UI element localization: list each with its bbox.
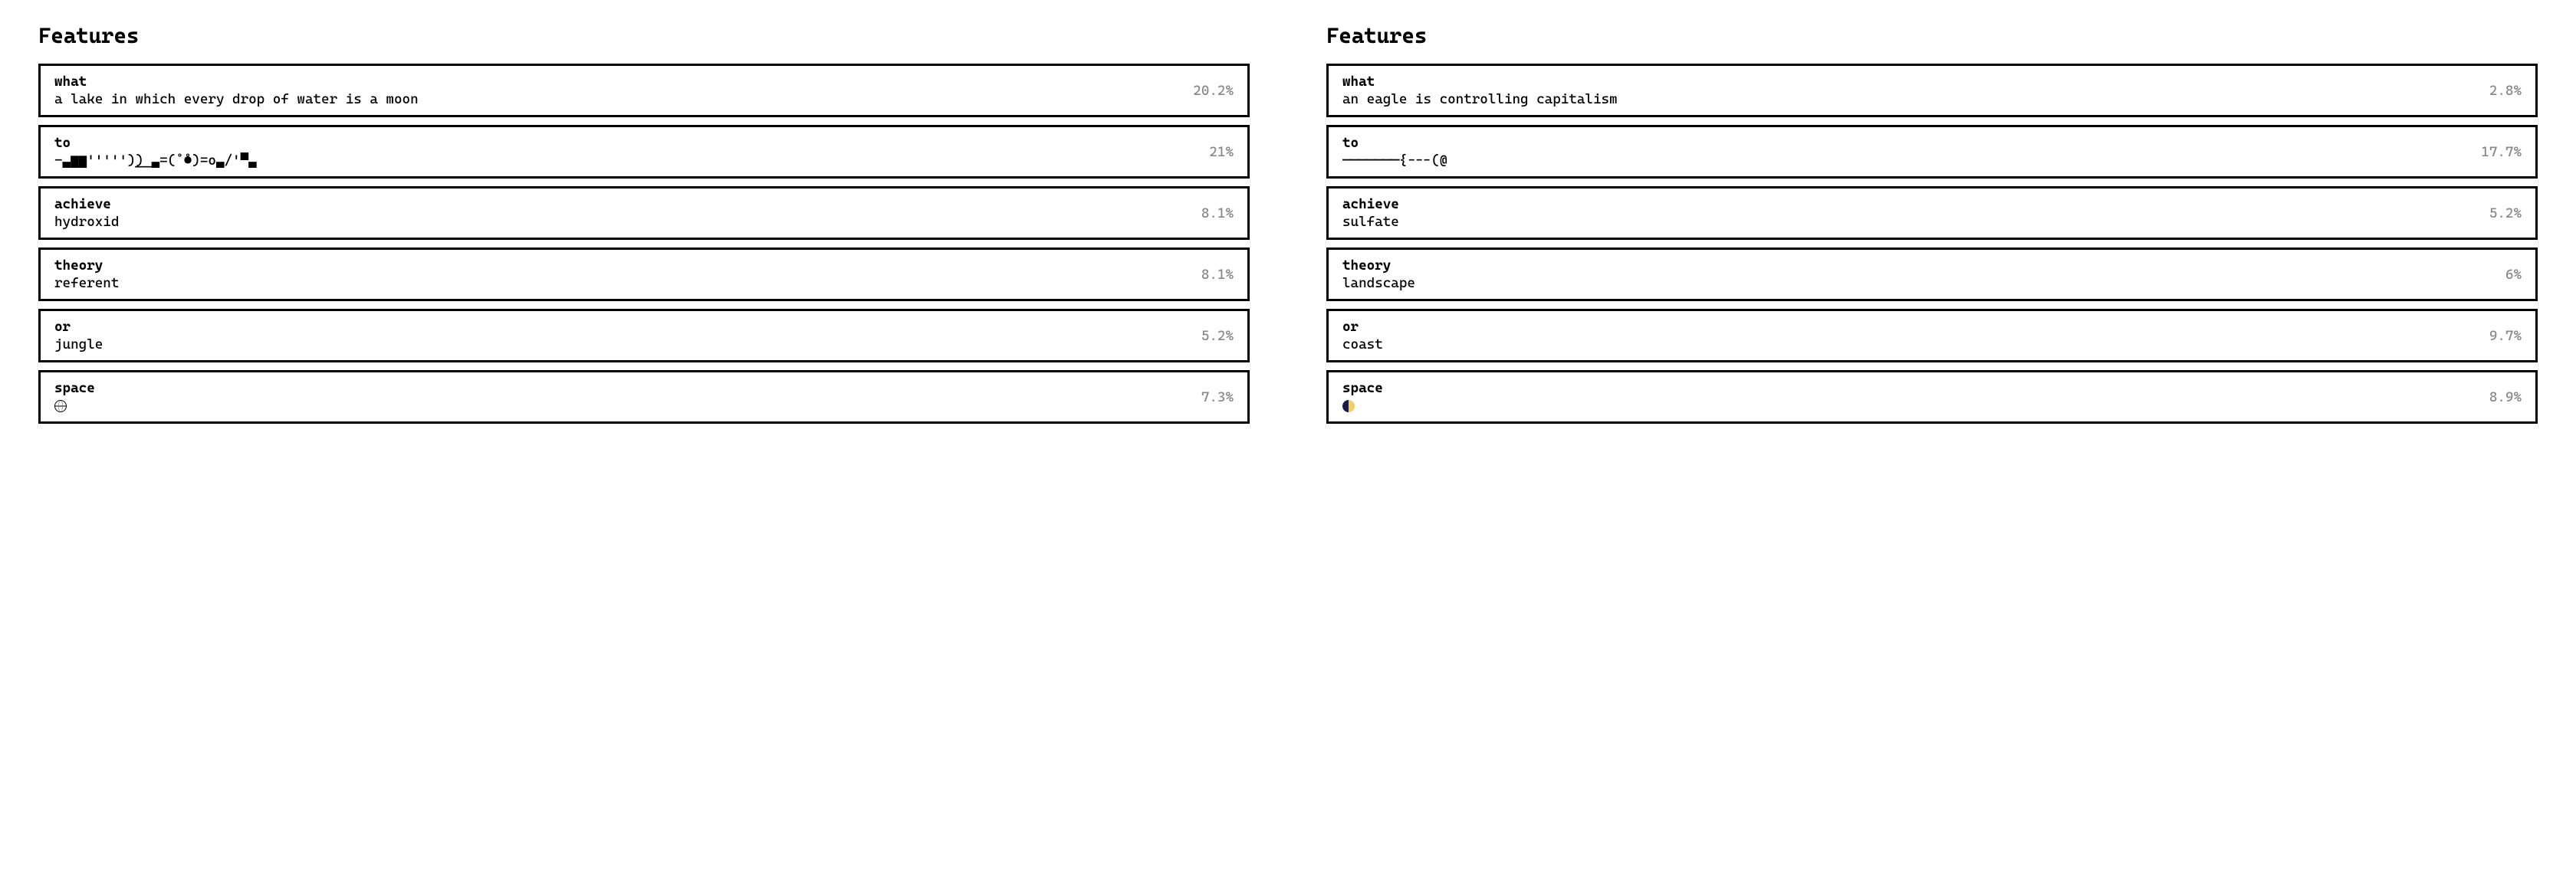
feature-item[interactable]: space 7.3%	[38, 370, 1250, 424]
feature-percent: 20.2%	[1193, 83, 1234, 99]
feature-label: theory	[1342, 257, 2490, 274]
feature-percent: 5.2%	[2489, 205, 2522, 221]
feature-percent: 8.9%	[2489, 389, 2522, 405]
feature-content: what a lake in which every drop of water…	[54, 74, 1178, 107]
feature-item[interactable]: or jungle 5.2%	[38, 309, 1250, 362]
feature-content: achieve hydroxid	[54, 196, 1186, 230]
feature-item[interactable]: theory referent 8.1%	[38, 248, 1250, 301]
feature-value: -▃▆▆''''')̲)̲ ▃=(˚̊●)=o▃/'▀▃	[54, 152, 1194, 169]
feature-label: what	[1342, 74, 2474, 90]
feature-content: to ───────{---(@	[1342, 135, 2466, 169]
feature-value: landscape	[1342, 275, 2490, 291]
feature-content: what an eagle is controlling capitalism	[1342, 74, 2474, 107]
feature-content: space	[1342, 380, 2474, 414]
feature-item[interactable]: achieve sulfate 5.2%	[1326, 186, 2538, 240]
feature-label: what	[54, 74, 1178, 90]
feature-label: to	[1342, 135, 2466, 151]
halfmoon-icon	[1342, 400, 1355, 412]
feature-percent: 17.7%	[2481, 144, 2522, 160]
feature-percent: 2.8%	[2489, 83, 2522, 99]
feature-percent: 5.2%	[1201, 328, 1234, 344]
feature-value: sulfate	[1342, 214, 2474, 230]
feature-label: space	[54, 380, 1186, 396]
feature-content: theory referent	[54, 257, 1186, 291]
globe-icon	[54, 400, 67, 412]
feature-content: achieve sulfate	[1342, 196, 2474, 230]
feature-value: an eagle is controlling capitalism	[1342, 91, 2474, 107]
feature-label: to	[54, 135, 1194, 151]
feature-value: a lake in which every drop of water is a…	[54, 91, 1178, 107]
feature-label: or	[1342, 319, 2474, 335]
feature-content: or coast	[1342, 319, 2474, 352]
feature-value: jungle	[54, 336, 1186, 352]
feature-item[interactable]: to ───────{---(@ 17.7%	[1326, 125, 2538, 179]
feature-value	[1342, 398, 2474, 414]
feature-percent: 9.7%	[2489, 328, 2522, 344]
feature-item[interactable]: what an eagle is controlling capitalism …	[1326, 64, 2538, 117]
feature-content: theory landscape	[1342, 257, 2490, 291]
feature-label: theory	[54, 257, 1186, 274]
feature-label: achieve	[1342, 196, 2474, 212]
features-column-left: Features what a lake in which every drop…	[38, 23, 1250, 424]
feature-value: hydroxid	[54, 214, 1186, 230]
feature-item[interactable]: space 8.9%	[1326, 370, 2538, 424]
feature-value: ───────{---(@	[1342, 152, 2466, 169]
feature-label: or	[54, 319, 1186, 335]
feature-percent: 8.1%	[1201, 205, 1234, 221]
features-container: Features what a lake in which every drop…	[38, 23, 2538, 424]
feature-percent: 21%	[1209, 144, 1234, 160]
feature-content: or jungle	[54, 319, 1186, 352]
feature-label: achieve	[54, 196, 1186, 212]
feature-percent: 8.1%	[1201, 267, 1234, 283]
feature-percent: 6%	[2505, 267, 2522, 283]
feature-item[interactable]: what a lake in which every drop of water…	[38, 64, 1250, 117]
feature-content: to -▃▆▆''''')̲)̲ ▃=(˚̊●)=o▃/'▀▃	[54, 135, 1194, 169]
feature-list: what an eagle is controlling capitalism …	[1326, 64, 2538, 424]
feature-value	[54, 398, 1186, 414]
feature-value: coast	[1342, 336, 2474, 352]
feature-item[interactable]: or coast 9.7%	[1326, 309, 2538, 362]
feature-item[interactable]: to -▃▆▆''''')̲)̲ ▃=(˚̊●)=o▃/'▀▃ 21%	[38, 125, 1250, 179]
feature-percent: 7.3%	[1201, 389, 1234, 405]
section-title: Features	[1326, 23, 2538, 48]
feature-content: space	[54, 380, 1186, 414]
feature-item[interactable]: achieve hydroxid 8.1%	[38, 186, 1250, 240]
section-title: Features	[38, 23, 1250, 48]
feature-item[interactable]: theory landscape 6%	[1326, 248, 2538, 301]
feature-value: referent	[54, 275, 1186, 291]
feature-label: space	[1342, 380, 2474, 396]
feature-list: what a lake in which every drop of water…	[38, 64, 1250, 424]
features-column-right: Features what an eagle is controlling ca…	[1326, 23, 2538, 424]
